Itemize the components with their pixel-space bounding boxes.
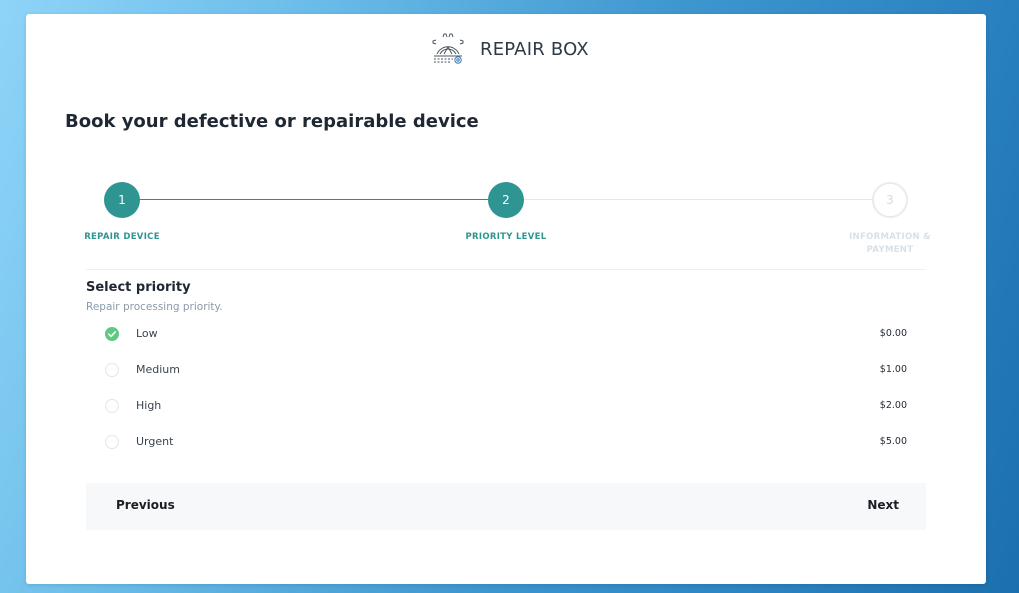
brand: REPAIR BOX <box>431 32 589 66</box>
gear-tools-icon <box>432 33 464 64</box>
priority-option-urgent[interactable]: Urgent $5.00 <box>86 424 926 460</box>
option-price: $2.00 <box>879 400 907 411</box>
section-divider <box>86 269 926 270</box>
previous-button[interactable]: Previous <box>116 498 175 512</box>
step-3-label: INFORMATION & PAYMENT <box>849 232 931 255</box>
radio-unchecked-icon[interactable] <box>105 435 119 449</box>
option-price: $1.00 <box>879 364 907 375</box>
priority-section-title: Select priority <box>86 280 191 295</box>
step-1-label: REPAIR DEVICE <box>84 232 160 242</box>
booking-card: REPAIR BOX Book your defective or repair… <box>26 14 986 584</box>
step-1-circle[interactable]: 1 <box>104 182 140 218</box>
progress-stepper: 1 REPAIR DEVICE 2 PRIORITY LEVEL 3 INFOR… <box>26 182 986 272</box>
step-3-circle: 3 <box>872 182 908 218</box>
option-label: Urgent <box>136 435 174 448</box>
priority-option-high[interactable]: High $2.00 <box>86 388 926 424</box>
option-price: $0.00 <box>879 328 907 339</box>
option-price: $5.00 <box>879 436 907 447</box>
step-connector-upcoming <box>523 199 890 200</box>
page-title: Book your defective or repairable device <box>65 111 479 132</box>
priority-option-low[interactable]: Low $0.00 <box>86 316 926 352</box>
radio-checked-icon[interactable] <box>105 327 119 341</box>
step-2-label: PRIORITY LEVEL <box>465 232 547 242</box>
wizard-navigation: Previous Next <box>86 483 926 530</box>
priority-options: Low $0.00 Medium $1.00 High $2.00 Urgent… <box>86 316 926 460</box>
step-connector-completed <box>139 199 506 200</box>
option-label: High <box>136 399 162 412</box>
priority-option-medium[interactable]: Medium $1.00 <box>86 352 926 388</box>
next-button[interactable]: Next <box>867 498 899 512</box>
brand-name: REPAIR BOX <box>480 38 589 60</box>
radio-unchecked-icon[interactable] <box>105 399 119 413</box>
step-2-circle[interactable]: 2 <box>488 182 524 218</box>
option-label: Medium <box>136 363 180 376</box>
option-label: Low <box>136 327 158 340</box>
radio-unchecked-icon[interactable] <box>105 363 119 377</box>
priority-section-subtitle: Repair processing priority. <box>86 301 223 313</box>
check-icon <box>108 331 117 338</box>
